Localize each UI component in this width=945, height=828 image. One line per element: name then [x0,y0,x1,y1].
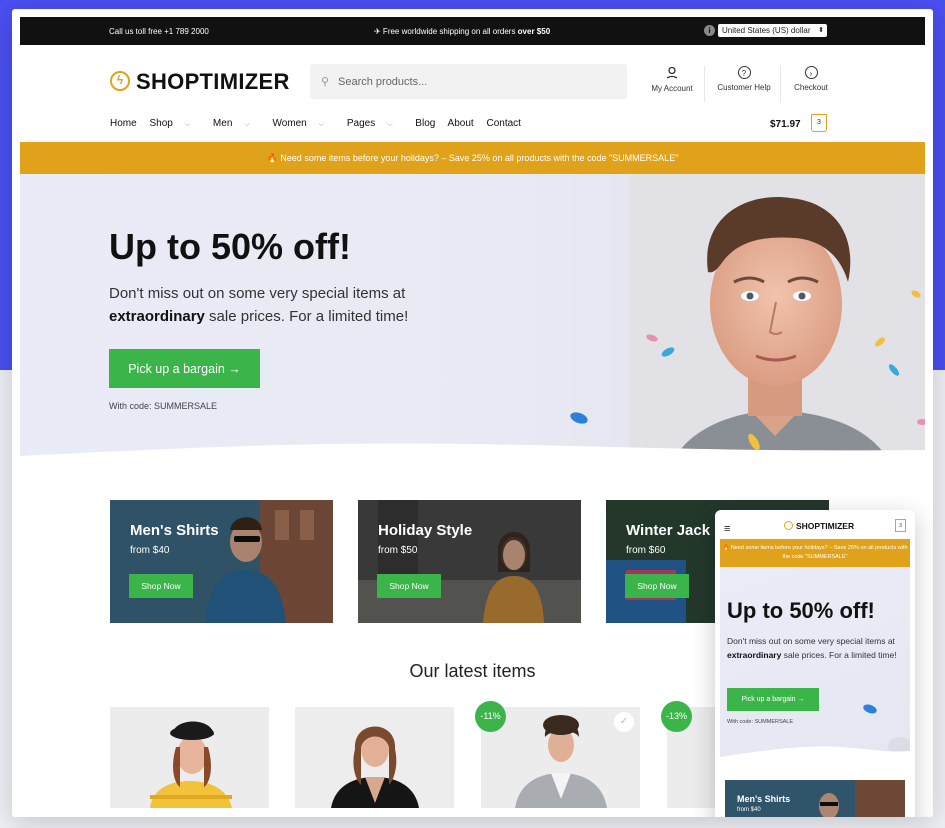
mobile-hero-text: Don't miss out on some very special item… [727,636,897,660]
mobile-preview: ≡ SHOPTIMIZER 3 🔥 Need some items before… [715,510,915,817]
hero-wave-divider [720,746,910,763]
nav-item-men[interactable]: Men ⌵ [213,118,260,129]
search-box[interactable]: ⚲ [310,64,627,99]
my-account-link[interactable]: My Account [642,66,702,93]
nav-item-home[interactable]: Home [110,118,137,129]
top-bar: Call us toll free +1 789 2000 ✈ Free wor… [20,17,925,45]
mobile-promo-banner: 🔥 Need some items before your holidays? … [720,539,910,567]
product-card[interactable] [110,707,269,808]
promo-banner: 🔥 Need some items before your holidays? … [20,142,925,174]
cart-bag-icon[interactable]: 3 [811,114,827,132]
customer-help-link[interactable]: ? Customer Help [714,66,774,92]
search-input[interactable] [336,73,610,91]
user-icon [665,66,679,80]
discount-badge: -11% [475,701,506,732]
hero-cta-button[interactable]: Pick up a bargain → [109,349,260,388]
product-image [295,707,454,808]
hero-title: Up to 50% off! [109,226,351,267]
chevron-down-icon: ⌵ [318,121,325,128]
mobile-hero: Up to 50% off! Don't miss out on some ve… [720,567,910,763]
logo-text: SHOPTIMIZER [136,69,290,94]
category-image [358,500,581,623]
hero-wave-divider [20,443,925,466]
shop-now-button[interactable]: Shop Now [377,574,441,598]
chevron-updown-icon: ⬍ [818,27,824,34]
help-icon: ? [737,66,751,79]
header-divider [704,66,705,102]
mobile-cta-button[interactable]: Pick up a bargain → [727,688,819,711]
shipping-notice: ✈ Free worldwide shipping on all orders … [374,27,551,36]
nav-item-shop[interactable]: Shop ⌵ [149,118,200,129]
product-card[interactable] [295,707,454,808]
info-icon[interactable]: i [704,25,715,36]
phone-text: Call us toll free +1 789 2000 [109,27,209,36]
mobile-logo[interactable]: SHOPTIMIZER [784,521,854,531]
mobile-hero-title: Up to 50% off! [727,598,875,623]
bolt-icon: ϟ [110,71,130,91]
cart-count: 3 [817,119,821,126]
nav-item-blog[interactable]: Blog [415,118,435,129]
mobile-code-text: With code: SUMMERSALE [727,719,794,725]
chevron-down-icon: ⌵ [387,121,393,128]
mobile-category-price: from $40 [737,807,761,813]
category-image [110,500,333,623]
shop-now-button[interactable]: Shop Now [129,574,193,598]
discount-badge: -13% [661,701,692,732]
cart-bag-icon[interactable]: 3 [895,519,906,532]
cart-total[interactable]: $71.97 [770,119,801,130]
category-title: Holiday Style [378,522,473,539]
category-title: Winter Jack [626,522,711,539]
category-card-mens-shirts[interactable]: Men's Shirts from $40 Shop Now [110,500,333,623]
chevron-down-icon: ⌵ [184,121,191,128]
hamburger-menu-icon[interactable]: ≡ [724,523,730,535]
category-price: from $50 [378,545,418,556]
shop-now-button[interactable]: Shop Now [625,574,689,598]
bolt-icon [784,521,793,530]
category-title: Men's Shirts [130,522,219,539]
confetti-decoration [570,412,588,424]
nav-item-about[interactable]: About [448,118,474,129]
category-price: from $60 [626,545,666,556]
nav-item-pages[interactable]: Pages ⌵ [347,118,403,129]
arrow-circle-icon: › [804,66,818,79]
nav-item-contact[interactable]: Contact [486,118,520,129]
chevron-down-icon: ⌵ [244,121,250,128]
nav-item-women[interactable]: Women ⌵ [272,118,334,129]
currency-select[interactable]: United States (US) dollar ⬍ [718,24,827,37]
checkout-link[interactable]: › Checkout [781,66,841,92]
hero-person-image [630,174,925,466]
category-card-holiday-style[interactable]: Holiday Style from $50 Shop Now [358,500,581,623]
wishlist-check-icon[interactable]: ✓ [614,712,634,732]
mobile-category-title: Men's Shirts [737,794,791,804]
mobile-category-card[interactable]: Men's Shirts from $40 [725,780,905,817]
hero-section: Up to 50% off! Don't miss out on some ve… [20,174,925,466]
product-image [110,707,269,808]
hero-text: Don't miss out on some very special item… [109,285,409,325]
hero-code-text: With code: SUMMERSALE [109,401,218,411]
search-icon: ⚲ [321,76,330,88]
browser-frame: Call us toll free +1 789 2000 ✈ Free wor… [12,9,933,817]
main-nav: Home Shop ⌵ Men ⌵ Women ⌵ Pages ⌵ Blog About… [110,118,531,129]
category-price: from $40 [130,545,170,556]
